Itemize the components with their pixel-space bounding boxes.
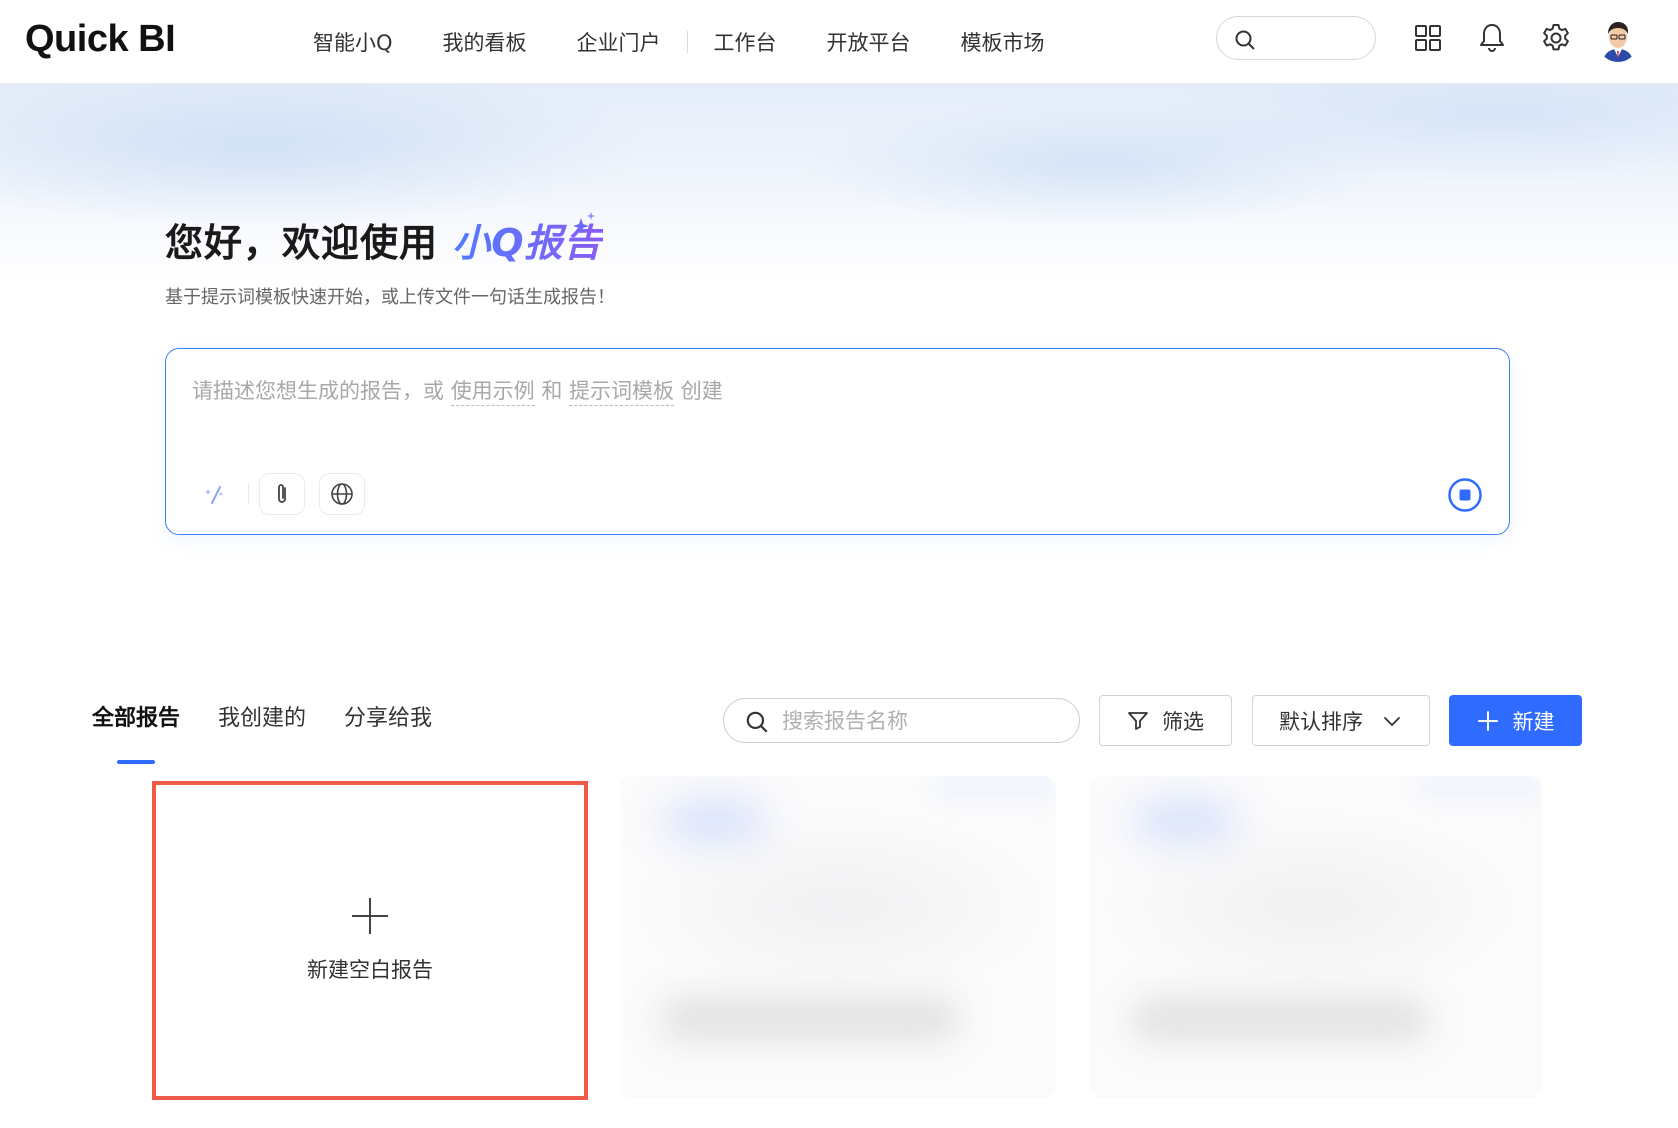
new-label: 新建 [1512, 709, 1555, 734]
paperclip-icon [278, 484, 286, 503]
globe-icon [331, 483, 353, 505]
web-search-button[interactable] [319, 473, 365, 515]
plus-icon [1477, 710, 1498, 731]
report-prompt-box[interactable]: 请描述您想生成的报告，或 使用示例 和 提示词模板 创建 [165, 348, 1510, 535]
report-card-blurred[interactable] [620, 776, 1056, 1098]
search-icon [746, 711, 768, 733]
nav-item-template-market[interactable]: 模板市场 [961, 27, 1045, 57]
sort-dropdown[interactable]: 默认排序 [1252, 695, 1430, 746]
bell-icon [1480, 24, 1504, 52]
report-search-input[interactable] [782, 707, 1062, 735]
grid-apps-icon [1415, 25, 1441, 51]
plus-icon [352, 897, 388, 934]
sort-label: 默认排序 [1279, 709, 1363, 734]
card-blur-layer [936, 776, 1056, 798]
global-search-input[interactable] [1216, 16, 1376, 60]
user-avatar[interactable] [1597, 18, 1639, 62]
gear-icon [1543, 24, 1569, 51]
prompt-template-link[interactable]: 提示词模板 [569, 379, 675, 406]
card-blur-layer [660, 796, 770, 846]
tab-shared-with-me[interactable]: 分享给我 [344, 700, 432, 744]
prompt-placeholder[interactable]: 请描述您想生成的报告，或 使用示例 和 提示词模板 创建 [192, 375, 723, 406]
card-blur-layer [1130, 796, 1240, 846]
new-blank-report-card[interactable]: 新建空白报告 [152, 781, 588, 1100]
sparkle-icon [573, 212, 595, 234]
filter-button[interactable]: 筛选 [1099, 695, 1232, 746]
prompt-text-part: 请描述您想生成的报告，或 [192, 379, 451, 403]
tab-created-by-me[interactable]: 我创建的 [218, 700, 306, 744]
nav-item-workbench[interactable]: 工作台 [714, 27, 777, 57]
nav-item-my-dashboards[interactable]: 我的看板 [443, 27, 527, 57]
nav-item-open-platform[interactable]: 开放平台 [827, 27, 911, 57]
hero-title-prefix: 您好，欢迎使用 [165, 221, 453, 265]
attach-file-button[interactable] [259, 473, 305, 515]
report-search[interactable] [723, 698, 1080, 743]
filter-label: 筛选 [1162, 709, 1204, 734]
top-navigation-bar: Quick BI 智能小Q 我的看板 企业门户 工作台 开放平台 模板市场 [0, 0, 1678, 84]
report-card-blurred[interactable] [1090, 776, 1542, 1098]
use-example-link[interactable]: 使用示例 [450, 379, 535, 406]
logo-text: Quick BI [25, 18, 176, 60]
main-nav: 智能小Q 我的看板 企业门户 工作台 开放平台 模板市场 [313, 0, 1095, 84]
page: Quick BI 智能小Q 我的看板 企业门户 工作台 开放平台 模板市场 您好… [0, 0, 1678, 1128]
new-report-button[interactable]: 新建 [1449, 695, 1582, 746]
quick-bi-logo[interactable]: Quick BI [25, 18, 176, 61]
report-tabs: 全部报告 我创建的 分享给我 [92, 700, 470, 744]
funnel-icon [1128, 711, 1148, 730]
apps-button[interactable] [1410, 20, 1446, 56]
chevron-down-icon [1384, 716, 1400, 726]
card-blur-layer [1422, 776, 1542, 798]
magic-wand-icon [205, 486, 223, 504]
active-tab-indicator [117, 760, 155, 764]
card-blur-layer [1130, 996, 1430, 1042]
avatar-illustration-icon [1597, 18, 1639, 62]
new-blank-report-label: 新建空白报告 [307, 957, 433, 982]
nav-item-smart-q[interactable]: 智能小Q [313, 27, 393, 57]
nav-item-enterprise-portal[interactable]: 企业门户 [577, 27, 661, 57]
stop-circle-icon [1448, 478, 1482, 512]
notifications-button[interactable] [1474, 20, 1510, 56]
card-blur-layer [660, 996, 960, 1042]
stop-generate-button[interactable] [1447, 477, 1483, 517]
search-icon [1235, 30, 1255, 50]
hero-title: 您好，欢迎使用 小Q报告 [165, 212, 603, 267]
toolbar-divider [248, 483, 249, 505]
magic-optimize-button[interactable] [192, 473, 238, 515]
hero-subtitle: 基于提示词模板快速开始，或上传文件一句话生成报告！ [165, 287, 615, 308]
prompt-text-part: 和 [534, 379, 570, 403]
tab-all-reports[interactable]: 全部报告 [92, 700, 180, 744]
prompt-text-part: 创建 [674, 379, 723, 403]
nav-divider [686, 31, 688, 53]
settings-button[interactable] [1538, 20, 1574, 56]
